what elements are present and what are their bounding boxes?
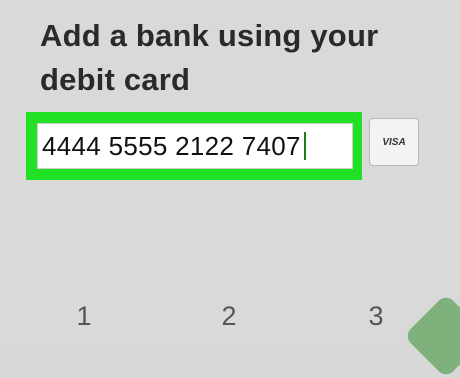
card-brand-label: VISA (382, 136, 406, 148)
keypad-key-1[interactable]: 1 (54, 296, 114, 336)
text-cursor (303, 132, 306, 160)
page-title: Add a bank using your debit card (40, 18, 379, 97)
visa-card-icon: VISA (369, 118, 419, 166)
keypad-key-2[interactable]: 2 (199, 296, 259, 336)
number-keypad: 1 2 3 (0, 296, 460, 336)
card-number-value: 4444 5555 2122 7407 (42, 130, 301, 161)
keypad-key-3[interactable]: 3 (346, 296, 406, 336)
add-bank-screen: Add a bank using your debit card 4444 55… (0, 0, 460, 378)
card-field-highlight: 4444 5555 2122 7407 (26, 112, 362, 180)
card-number-field[interactable]: 4444 5555 2122 7407 (37, 123, 353, 169)
card-entry-row: 4444 5555 2122 7407 (26, 112, 426, 180)
